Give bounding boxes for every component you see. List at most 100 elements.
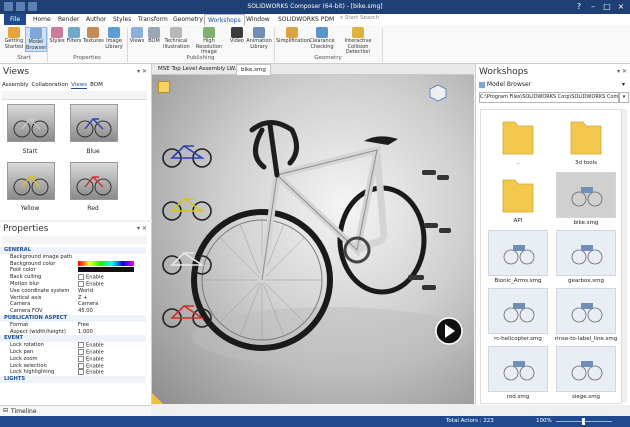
property-key: Lock selection (10, 362, 47, 369)
panel-pin-icon[interactable]: ▾ ✕ (137, 225, 147, 232)
house-icon (8, 27, 20, 38)
file-item[interactable]: rinse-to-label_line.smg (553, 288, 619, 342)
animation-library-button[interactable]: Animation Library (246, 27, 272, 50)
zoom-slider-thumb[interactable] (582, 418, 585, 425)
property-value[interactable]: 1.000 (78, 329, 93, 336)
property-value[interactable]: Free (78, 322, 89, 329)
property-section[interactable]: LIGHTS (0, 376, 146, 383)
tab-solidworks-pdm[interactable]: SOLIDWORKS PDM (275, 14, 337, 25)
file-thumbnail-icon (556, 230, 616, 276)
checkbox[interactable] (78, 362, 84, 369)
property-value[interactable]: World (78, 288, 93, 295)
textures-button[interactable]: Textures (83, 27, 104, 45)
view-label-yellow: Yellow (20, 205, 40, 212)
checkbox[interactable] (78, 281, 84, 287)
file-item[interactable]: rod.smg (485, 346, 551, 400)
color-swatch[interactable] (78, 267, 134, 273)
file-item[interactable]: bike.smg (553, 172, 619, 226)
simplification-button[interactable]: Simplification (276, 27, 310, 45)
play-icon[interactable] (435, 317, 463, 345)
subtab-bom[interactable]: BOM (90, 82, 103, 89)
search-box[interactable]: ⌕ Start Search (340, 15, 430, 24)
help-icon[interactable]: ? (572, 1, 586, 13)
checkbox[interactable] (78, 355, 84, 362)
property-value[interactable] (78, 267, 134, 274)
model-browser-button[interactable]: Model Browser (25, 27, 47, 52)
view-thumbnail-start[interactable] (7, 104, 55, 142)
nav-cube-icon[interactable] (429, 84, 447, 102)
panel-pin-icon[interactable]: ▾ ✕ (137, 68, 147, 75)
tab-transform[interactable]: Transform (135, 14, 171, 25)
file-item[interactable]: siege.smg (553, 346, 619, 400)
interactive-collision-detection-button[interactable]: Interactive Collision Detection (336, 27, 380, 56)
scrollbar[interactable] (622, 109, 627, 402)
folder-item[interactable]: API (485, 172, 551, 224)
filters-button[interactable]: Filters (66, 27, 82, 45)
property-section[interactable]: GENERAL (0, 247, 146, 254)
view-thumbnail-blue[interactable] (70, 104, 118, 142)
views-toolbar[interactable] (2, 91, 147, 100)
property-value[interactable]: 45.00 (78, 308, 93, 315)
status-bar: Total Actors : 223 100% (0, 416, 630, 427)
tab-window[interactable]: Window (243, 14, 273, 25)
property-row: Lock selection Enable (0, 362, 146, 370)
corner-marker-icon (152, 393, 163, 404)
view-thumbnail-yellow[interactable] (7, 162, 55, 200)
tab-author[interactable]: Author (83, 14, 109, 25)
properties-toolbar[interactable] (2, 236, 147, 244)
collision-icon (352, 27, 364, 38)
property-key: Background image path (10, 253, 73, 260)
view-label-blue: Blue (86, 148, 100, 155)
tab-styles[interactable]: Styles (110, 14, 134, 25)
getting-started-button[interactable]: Getting Started (3, 27, 25, 50)
views-button[interactable]: Views (129, 27, 145, 45)
subtab-assembly[interactable]: Assembly (2, 82, 29, 89)
file-item[interactable]: rc-helicopter.smg (485, 288, 551, 342)
property-value[interactable]: Camera (78, 301, 98, 308)
viewport-tool-icon[interactable] (158, 81, 170, 93)
bike-scene[interactable] (152, 75, 474, 404)
file-item[interactable]: gearbox.smg (553, 230, 619, 284)
view-thumbnail-red[interactable] (70, 162, 118, 200)
model-browser-dropdown[interactable]: Model Browser ▾ (479, 80, 625, 89)
clearance-checking-button[interactable]: Clearance Checking (309, 27, 335, 50)
property-value[interactable]: Z + (78, 295, 88, 302)
property-value[interactable] (78, 260, 134, 268)
tab-render[interactable]: Render (55, 14, 82, 25)
file-item[interactable]: Bionic_Arms.smg (485, 230, 551, 284)
file-thumbnail-icon (488, 346, 548, 392)
checkbox[interactable] (78, 349, 84, 355)
browser-icon (30, 28, 42, 39)
folder-item[interactable]: 3d tools (553, 114, 619, 166)
color-swatch[interactable] (78, 260, 134, 266)
technical-illustration-button[interactable]: Technical Illustration (163, 27, 190, 50)
close-icon[interactable]: × (614, 1, 628, 13)
zoom-level: 100% (536, 418, 552, 424)
checkbox[interactable] (78, 342, 84, 349)
tab-workshops[interactable]: Workshops (204, 14, 245, 25)
file-menu[interactable]: File (4, 14, 26, 25)
high-resolution-image-button[interactable]: High Resolution Image (190, 27, 228, 56)
doc-tab-bike[interactable]: bike.smg (236, 64, 271, 75)
tab-geometry[interactable]: Geometry (170, 14, 206, 25)
property-section[interactable]: EVENT (0, 335, 146, 343)
checkbox[interactable] (78, 274, 84, 281)
panel-pin-icon[interactable]: ▾ ✕ (617, 68, 627, 75)
3d-viewport[interactable] (152, 75, 474, 404)
subtab-collaboration[interactable]: Collaboration (32, 82, 69, 89)
image-library-button[interactable]: Image Library (104, 27, 124, 50)
minimize-icon[interactable]: – (586, 1, 600, 13)
subtab-views[interactable]: Views (71, 82, 88, 89)
checkbox[interactable] (78, 369, 84, 376)
property-row: Foot color (0, 267, 146, 274)
property-section[interactable]: PUBLICATION ASPECT (0, 315, 146, 322)
folder-item[interactable]: .. (485, 114, 551, 166)
bom-button[interactable]: BOM (146, 27, 162, 45)
video-button[interactable]: Video (229, 27, 245, 45)
path-field[interactable]: C:\Program Files\SOLIDWORKS Corp\SOLIDWO… (479, 92, 619, 103)
maximize-icon[interactable]: □ (600, 1, 614, 13)
tab-home[interactable]: Home (30, 14, 54, 25)
folder-icon (557, 114, 615, 158)
path-dropdown-icon[interactable]: ▾ (619, 92, 629, 103)
styles-button[interactable]: Styles (49, 27, 65, 45)
